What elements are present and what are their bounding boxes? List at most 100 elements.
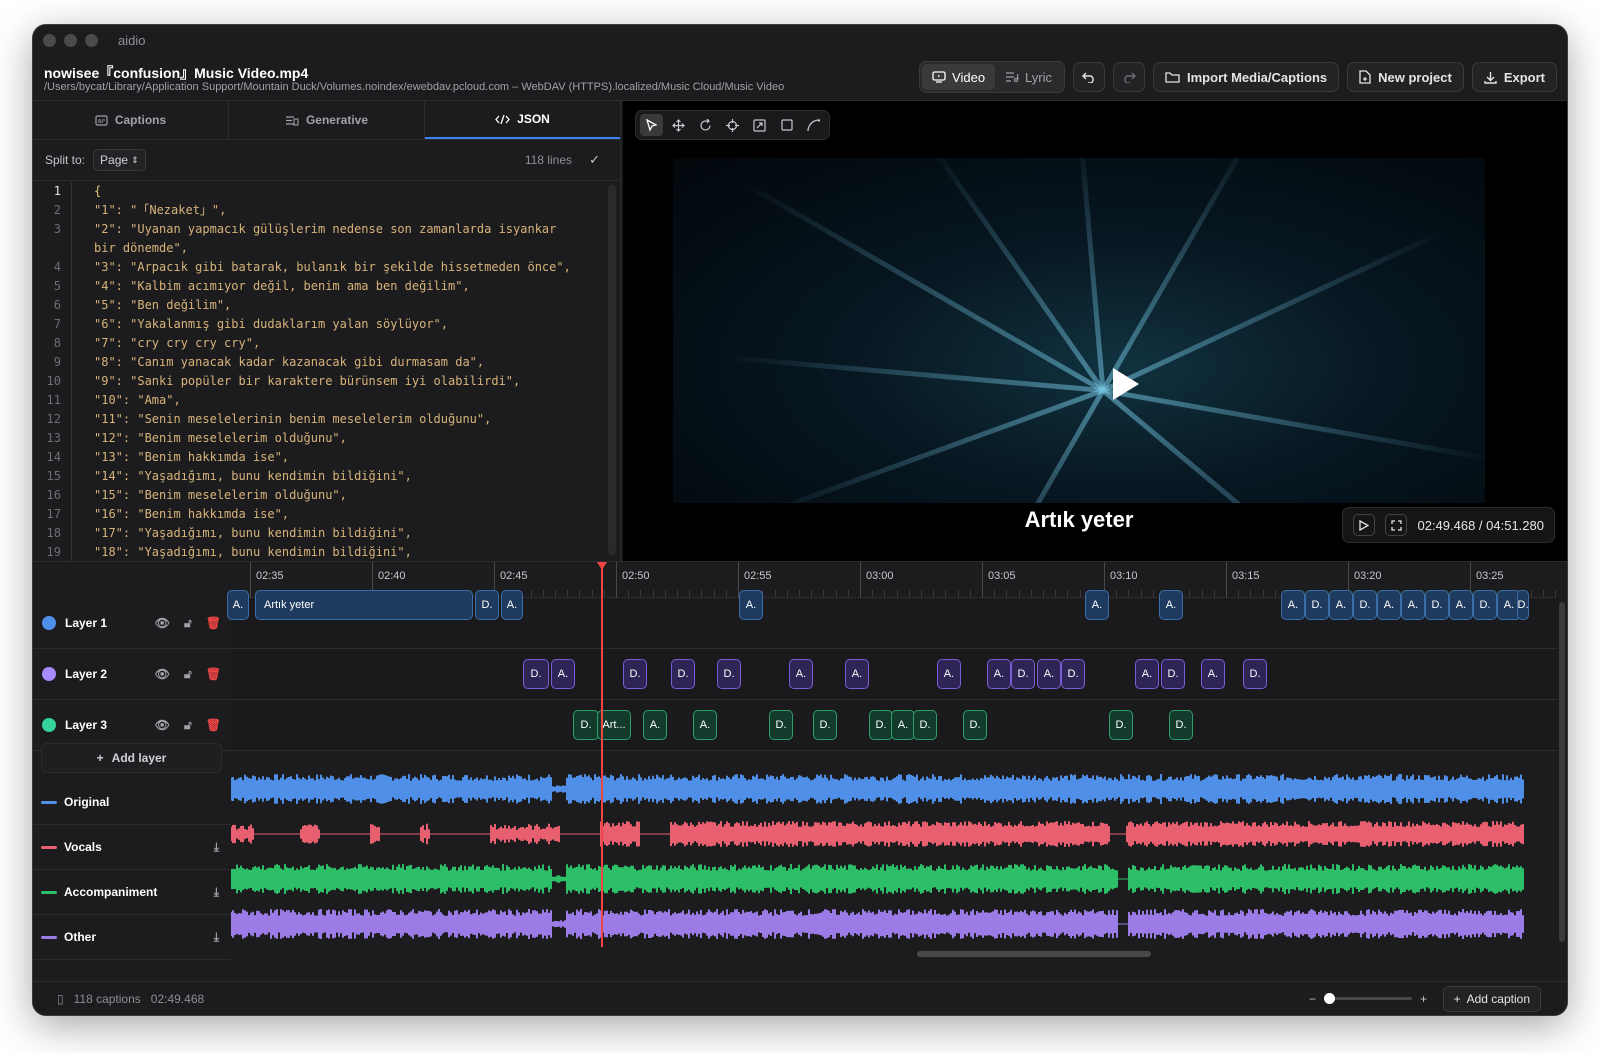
playhead[interactable] (597, 562, 607, 947)
caption-clip[interactable]: A. (937, 659, 961, 689)
code-line[interactable]: 3 "2": "Uyanan yapmacık gülüşlerim nedens… (33, 220, 621, 239)
eye-icon[interactable]: 👁 (155, 718, 170, 732)
caption-clip[interactable]: D. (1061, 659, 1085, 689)
caption-clip[interactable]: D. (1473, 590, 1497, 620)
layer-row-1[interactable]: Layer 1 👁 🔓︎ 🗑︎ (33, 598, 231, 649)
caption-clip[interactable]: A. (1281, 590, 1305, 620)
code-line[interactable]: 11 "10": "Ama", (33, 391, 621, 410)
redo-button[interactable] (1113, 62, 1146, 92)
anchor-tool-button[interactable] (721, 114, 744, 136)
caption-clip[interactable]: A. (1037, 659, 1061, 689)
caption-clip[interactable]: D. (1109, 710, 1133, 740)
caption-clip[interactable]: A. (227, 590, 249, 620)
zoom-slider[interactable] (1323, 993, 1412, 1004)
caption-clip[interactable]: A. (551, 659, 575, 689)
caption-clip[interactable]: D. (623, 659, 647, 689)
curve-tool-button[interactable] (802, 114, 825, 136)
undo-button[interactable] (1073, 62, 1106, 92)
play-button[interactable] (1353, 514, 1376, 536)
code-line[interactable]: 16 "15": "Benim meselelerim olduğunu", (33, 486, 621, 505)
track-original[interactable]: Original (33, 780, 231, 825)
code-line[interactable]: 15 "14": "Yaşadığımı, bunu kendimin bildi… (33, 467, 621, 486)
eye-icon[interactable]: 👁 (155, 667, 170, 681)
lock-icon[interactable]: 🔓︎ (184, 616, 192, 631)
lyric-mode-button[interactable]: Lyric (995, 64, 1062, 90)
code-line[interactable]: 8 "7": "cry cry cry cry", (33, 334, 621, 353)
track-vocals[interactable]: Vocals ⤓ (33, 825, 231, 870)
split-select[interactable]: Page ⇕ (93, 149, 146, 171)
caption-clip[interactable]: D. (475, 590, 499, 620)
waveform-area[interactable] (230, 767, 1557, 947)
caption-clip[interactable]: A. (1401, 590, 1425, 620)
code-line[interactable]: 12 "11": "Senin meselelerinin benim mesel… (33, 410, 621, 429)
crop-tool-button[interactable] (775, 114, 798, 136)
caption-clip[interactable]: D. (963, 710, 987, 740)
caption-clip[interactable]: D. (1243, 659, 1267, 689)
select-tool-button[interactable] (640, 114, 663, 136)
tab-json[interactable]: JSON (425, 101, 620, 139)
code-line[interactable]: 13 "12": "Benim meselelerim olduğunu", (33, 429, 621, 448)
layer-3-lane[interactable]: D. Art... A. A. D. D. D. A. D. D. D. D. (231, 700, 1557, 751)
lock-icon[interactable]: 🔓︎ (184, 718, 192, 733)
caption-clip[interactable]: D. (573, 710, 599, 740)
play-overlay-icon[interactable] (1113, 368, 1139, 400)
track-other[interactable]: Other ⤓ (33, 915, 231, 960)
layer-row-2[interactable]: Layer 2 👁 🔓︎ 🗑︎ (33, 649, 231, 700)
caption-clip[interactable]: A. (739, 590, 763, 620)
code-line[interactable]: 10 "9": "Sanki popüler bir karaktere bürü… (33, 372, 621, 391)
caption-clip[interactable]: A. (1201, 659, 1225, 689)
scale-tool-button[interactable] (748, 114, 771, 136)
code-line[interactable]: 1{ (33, 182, 621, 201)
trash-icon[interactable]: 🗑︎ (206, 616, 221, 630)
code-line[interactable]: 19 "18": "Yaşadığımı, bunu kendimin bildi… (33, 543, 621, 561)
code-line[interactable]: 14 "13": "Benim hakkımda ise", (33, 448, 621, 467)
caption-clip[interactable]: D. (1517, 590, 1529, 620)
new-project-button[interactable]: New project (1347, 62, 1464, 92)
caption-clip[interactable]: D. (1161, 659, 1185, 689)
eye-icon[interactable]: 👁 (155, 616, 170, 630)
caption-clip[interactable]: D. (1305, 590, 1329, 620)
track-accompaniment[interactable]: Accompaniment ⤓ (33, 870, 231, 915)
code-line[interactable]: 18 "17": "Yaşadığımı, bunu kendimin bildi… (33, 524, 621, 543)
caption-clip[interactable]: D. (717, 659, 741, 689)
export-button[interactable]: Export (1471, 62, 1557, 92)
caption-clip[interactable]: A. (1135, 659, 1159, 689)
import-media-button[interactable]: Import Media/Captions (1153, 62, 1340, 92)
caption-clip[interactable]: D. (913, 710, 937, 740)
code-line[interactable]: 7 "6": "Yakalanmış gibi dudaklarım yalan … (33, 315, 621, 334)
layer-2-lane[interactable]: D. A. D. D. D. A. A. A. A. D. A. D. A. D. A. D. (231, 649, 1557, 700)
caption-clip[interactable]: A. (1377, 590, 1401, 620)
minimize-window-button[interactable] (64, 33, 77, 47)
code-line[interactable]: 2 "1": "「Nezaket」", (33, 201, 621, 220)
caption-clip[interactable]: A. (1085, 590, 1109, 620)
zoom-in-button[interactable]: + (1420, 992, 1427, 1006)
code-line[interactable]: 9 "8": "Canım yanacak kadar kazanacak gib… (33, 353, 621, 372)
caption-clip[interactable]: D. (769, 710, 793, 740)
tab-generative[interactable]: Generative (229, 101, 425, 139)
caption-clip[interactable]: A. (1449, 590, 1473, 620)
download-icon[interactable]: ⤓ (214, 840, 219, 855)
caption-clip[interactable]: Artık yeter (255, 590, 473, 620)
caption-clip[interactable]: A. (501, 590, 523, 620)
code-line[interactable]: 17 "16": "Benim hakkımda ise", (33, 505, 621, 524)
add-layer-button[interactable]: + Add layer (41, 743, 222, 773)
code-line[interactable]: bir dönemde", (33, 239, 621, 258)
trash-icon[interactable]: 🗑︎ (206, 718, 221, 732)
lock-icon[interactable]: 🔓︎ (184, 667, 192, 682)
json-code-editor[interactable]: 1{2 "1": "「Nezaket」", 3 "2": "Uyanan yapmac… (33, 182, 621, 561)
code-line[interactable]: 4 "3": "Arpacık gibi batarak, bulanık bir… (33, 258, 621, 277)
caption-clip[interactable]: D. (523, 659, 549, 689)
caption-clip[interactable]: A. (987, 659, 1011, 689)
maximize-window-button[interactable] (85, 33, 98, 47)
caption-clip[interactable]: D. (1011, 659, 1035, 689)
caption-clip[interactable]: D. (1425, 590, 1449, 620)
caption-clip[interactable]: D. (813, 710, 837, 740)
caption-clip[interactable]: A. (1159, 590, 1183, 620)
video-frame[interactable] (673, 158, 1485, 503)
timeline-vscrollbar[interactable] (1559, 602, 1565, 942)
caption-clip[interactable]: D. (671, 659, 695, 689)
timeline-hscrollbar[interactable] (917, 951, 1151, 957)
rotate-tool-button[interactable] (694, 114, 717, 136)
download-icon[interactable]: ⤓ (214, 930, 219, 945)
close-window-button[interactable] (43, 33, 56, 47)
